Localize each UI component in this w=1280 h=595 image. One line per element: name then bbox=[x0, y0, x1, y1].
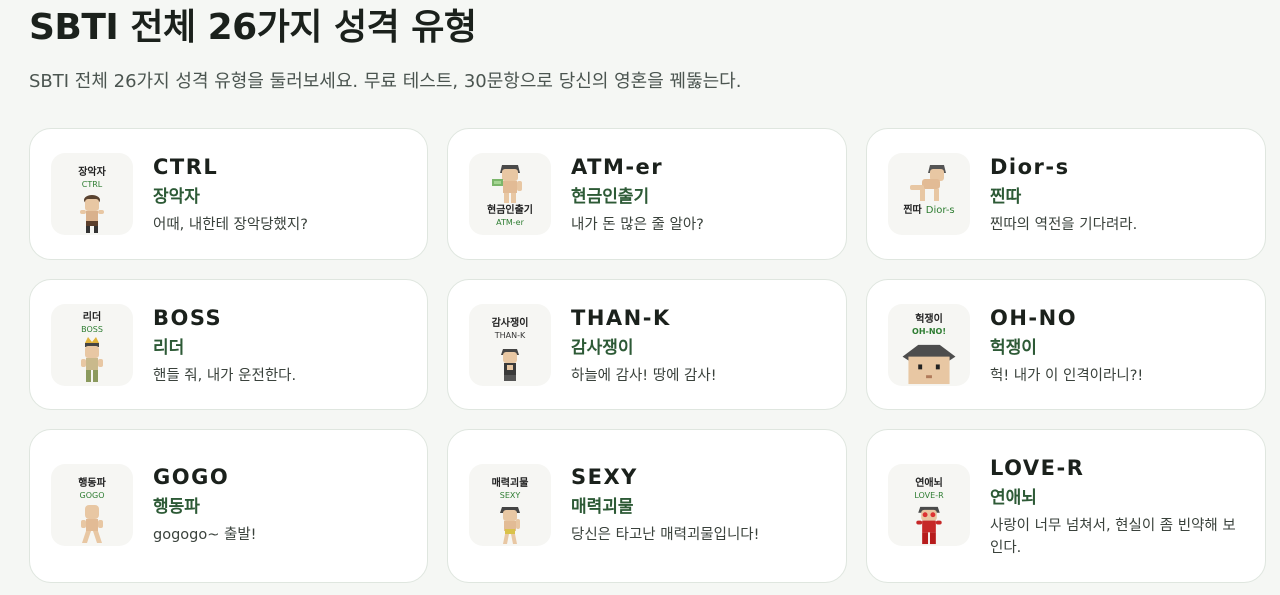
ctrl-character-icon bbox=[80, 195, 104, 233]
type-description: gogogo~ 출발! bbox=[153, 527, 257, 543]
thumbnail-label-ko: 헉쟁이 bbox=[915, 314, 943, 325]
thumbnail-label-en: GOGO bbox=[79, 491, 105, 500]
thumbnail-label-en: Dior-s bbox=[925, 205, 955, 216]
thumbnail-label-ko: 연애뇌 bbox=[915, 478, 943, 489]
type-description: 내가 돈 많은 줄 알아? bbox=[571, 217, 704, 233]
thumbnail-label-en: SEXY bbox=[499, 491, 521, 500]
type-name: 리더 bbox=[153, 338, 185, 358]
type-name: 현금인출기 bbox=[571, 187, 650, 207]
type-thumbnail: 리더 BOSS bbox=[51, 304, 133, 386]
type-thumbnail: 감사쟁이 THAN-K bbox=[469, 304, 551, 386]
type-card-love-r[interactable]: 연애뇌 LOVE-R LOVE-R 연애뇌 사랑이 너무 넘쳐서, 현실이 좀 … bbox=[866, 429, 1266, 583]
thumbnail-label-en: BOSS bbox=[81, 325, 103, 334]
type-card-sexy[interactable]: 매력괴물 SEXY SEXY 매력괴물 당신은 타고난 매력괴물입니다! bbox=[447, 429, 847, 583]
thumbnail-label-ko: 장악자 bbox=[78, 167, 106, 178]
thumbnail-label-ko: 감사쟁이 bbox=[491, 318, 529, 329]
type-name: 매력괴물 bbox=[571, 497, 634, 517]
type-description: 찐따의 역전을 기다려라. bbox=[990, 217, 1138, 233]
type-name: 헉쟁이 bbox=[990, 338, 1037, 358]
thumbnail-label-en: THAN-K bbox=[494, 331, 526, 340]
thumbnail-label-en: CTRL bbox=[81, 180, 103, 189]
thumbnail-label-en: OH-NO! bbox=[912, 327, 946, 336]
type-card-oh-no[interactable]: 헉쟁이 OH-NO! OH-NO 헉쟁이 헉! 내가 이 인격이라니?! bbox=[866, 279, 1266, 410]
type-name: 장악자 bbox=[153, 187, 200, 207]
type-code: BOSS bbox=[153, 306, 223, 330]
type-code: OH-NO bbox=[990, 306, 1078, 330]
type-description: 사랑이 너무 넘쳐서, 현실이 좀 빈약해 보인다. bbox=[990, 518, 1236, 556]
type-thumbnail: 매력괴물 SEXY bbox=[469, 464, 551, 546]
type-code: LOVE-R bbox=[990, 456, 1085, 480]
type-name: 연애뇌 bbox=[990, 488, 1037, 508]
type-card-than-k[interactable]: 감사쟁이 THAN-K THAN-K 감사쟁이 하늘에 감사! 땅에 감사! bbox=[447, 279, 847, 410]
type-card-grid: 장악자 CTRL CTRL 장악자 어때, 내한테 장악당했지? 현금인출기 A… bbox=[29, 128, 1266, 583]
thank-character-icon bbox=[501, 349, 519, 381]
thumbnail-label-row: 찐따 Dior-s bbox=[903, 205, 954, 217]
type-code: THAN-K bbox=[571, 306, 671, 330]
type-code: ATM-er bbox=[571, 155, 664, 179]
sexy-character-icon bbox=[500, 507, 520, 544]
thumbnail-label-en: ATM-er bbox=[496, 218, 524, 227]
ohno-character-icon bbox=[902, 344, 956, 385]
type-card-gogo[interactable]: 행동파 GOGO GOGO 행동파 gogogo~ 출발! bbox=[29, 429, 428, 583]
thumbnail-label-ko: 현금인출기 bbox=[487, 205, 533, 216]
type-description: 하늘에 감사! 땅에 감사! bbox=[571, 368, 717, 384]
dior-character-icon bbox=[910, 165, 946, 201]
type-thumbnail: 행동파 GOGO bbox=[51, 464, 133, 546]
thumbnail-label-ko: 리더 bbox=[82, 312, 102, 323]
boss-character-icon bbox=[81, 337, 103, 382]
type-card-atm-er[interactable]: 현금인출기 ATM-er ATM-er 현금인출기 내가 돈 많은 줄 알아? bbox=[447, 128, 847, 260]
thumbnail-label-en: LOVE-R bbox=[914, 491, 944, 500]
type-thumbnail: 찐따 Dior-s bbox=[888, 153, 970, 235]
lover-character-icon bbox=[916, 506, 942, 545]
thumbnail-label-ko: 행동파 bbox=[78, 478, 106, 489]
type-name: 찐따 bbox=[990, 187, 1022, 207]
type-card-dior-s[interactable]: 찐따 Dior-s Dior-s 찐따 찐따의 역전을 기다려라. bbox=[866, 128, 1266, 260]
type-name: 행동파 bbox=[153, 497, 200, 517]
type-description: 헉! 내가 이 인격이라니?! bbox=[990, 368, 1144, 384]
type-code: Dior-s bbox=[990, 155, 1070, 179]
type-code: CTRL bbox=[153, 155, 219, 179]
thumbnail-label-ko: 매력괴물 bbox=[491, 478, 529, 489]
page-subtitle: SBTI 전체 26가지 성격 유형을 둘러보세요. 무료 테스트, 30문항으… bbox=[29, 71, 742, 92]
atm-character-icon bbox=[492, 165, 522, 203]
type-name: 감사쟁이 bbox=[571, 338, 634, 358]
type-thumbnail: 헉쟁이 OH-NO! bbox=[888, 304, 970, 386]
type-card-boss[interactable]: 리더 BOSS BOSS 리더 핸들 줘, 내가 운전한다. bbox=[29, 279, 428, 410]
type-code: SEXY bbox=[571, 465, 638, 489]
type-description: 어때, 내한테 장악당했지? bbox=[153, 217, 308, 233]
type-thumbnail: 현금인출기 ATM-er bbox=[469, 153, 551, 235]
type-card-ctrl[interactable]: 장악자 CTRL CTRL 장악자 어때, 내한테 장악당했지? bbox=[29, 128, 428, 260]
type-thumbnail: 연애뇌 LOVE-R bbox=[888, 464, 970, 546]
type-description: 핸들 줘, 내가 운전한다. bbox=[153, 368, 297, 384]
thumbnail-label-ko: 찐따 bbox=[903, 205, 922, 216]
type-description: 당신은 타고난 매력괴물입니다! bbox=[571, 527, 760, 543]
gogo-character-icon bbox=[81, 505, 103, 543]
page-title: SBTI 전체 26가지 성격 유형 bbox=[29, 7, 477, 48]
type-thumbnail: 장악자 CTRL bbox=[51, 153, 133, 235]
type-code: GOGO bbox=[153, 465, 230, 489]
